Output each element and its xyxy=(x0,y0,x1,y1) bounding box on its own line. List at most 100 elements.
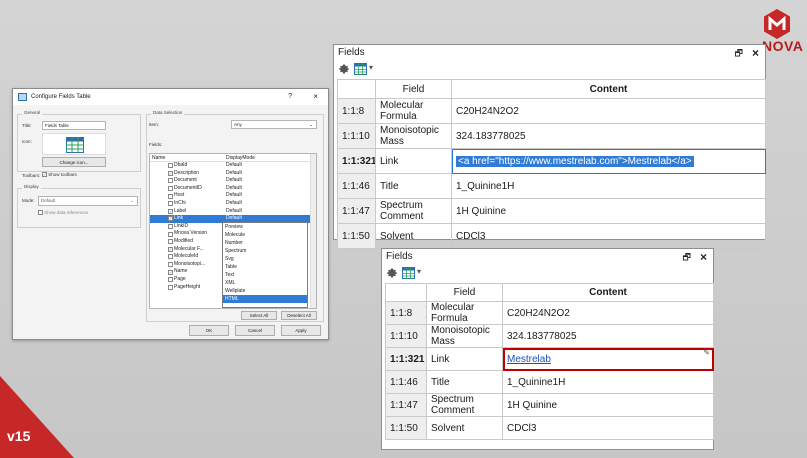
field-checkbox[interactable] xyxy=(168,231,173,237)
dropdown-option[interactable]: Preview xyxy=(223,223,307,231)
field-cell: Molecular Formula xyxy=(426,301,503,325)
panel-title: Fields xyxy=(386,251,413,262)
field-checkbox[interactable]: ✓ xyxy=(168,170,173,176)
ok-button[interactable]: OK xyxy=(189,325,229,336)
help-button[interactable]: ? xyxy=(288,89,292,105)
table-row[interactable]: 1:1:10 Monoisotopic Mass 324.183778025 xyxy=(337,123,766,149)
pencil-icon[interactable]: ✎ xyxy=(703,349,710,358)
mestrelab-link[interactable]: Mestrelab xyxy=(507,354,551,365)
content-cell[interactable]: C20H24N2O2 xyxy=(502,301,714,325)
table-icon[interactable] xyxy=(354,63,367,75)
panel-titlebar: Fields 🗗 × xyxy=(382,249,713,265)
row-id-cell: 1:1:8 xyxy=(337,98,376,124)
field-checkbox[interactable] xyxy=(168,193,173,199)
change-icon-button[interactable]: Change icon... xyxy=(42,157,106,167)
link-html-text[interactable]: <a href="https://www.mestrelab.com">Mest… xyxy=(456,155,694,167)
cancel-button[interactable]: Cancel xyxy=(235,325,275,336)
dropdown-option[interactable]: Molecule xyxy=(223,231,307,239)
panel-close-button[interactable]: × xyxy=(752,45,759,61)
content-cell[interactable]: CDCl3 xyxy=(451,223,766,249)
content-cell[interactable]: 324.183778025 xyxy=(451,123,766,149)
dropdown-option[interactable]: Spectrum xyxy=(223,247,307,255)
float-icon[interactable]: 🗗 xyxy=(683,249,691,265)
chevron-down-icon[interactable]: ▾ xyxy=(369,63,373,72)
content-cell[interactable]: C20H24N2O2 xyxy=(451,98,766,124)
table-row[interactable]: 1:1:50 Solvent CDCl3 xyxy=(337,223,766,249)
table-row[interactable]: 1:1:46 Title 1_Quinine1H xyxy=(337,173,766,199)
content-cell[interactable]: 1_Quinine1H xyxy=(451,173,766,199)
show-toolbars-checkbox[interactable]: ✓ xyxy=(42,172,47,178)
display-mode-dropdown[interactable]: Preview Molecule Number Spectrum Svg Table Tex… xyxy=(222,222,308,308)
select-all-button[interactable]: Select All xyxy=(241,311,277,320)
dropdown-option[interactable]: XML xyxy=(223,279,307,287)
field-checkbox[interactable]: ✓ xyxy=(168,269,173,275)
float-icon[interactable]: 🗗 xyxy=(735,45,743,61)
field-checkbox[interactable] xyxy=(168,163,173,169)
field-display-mode: Default xyxy=(226,177,242,184)
table-row[interactable]: 1:1:47 Spectrum Comment 1H Quinine xyxy=(337,198,766,224)
dropdown-option[interactable]: Svg xyxy=(223,255,307,263)
content-cell[interactable]: 1_Quinine1H xyxy=(502,370,714,394)
field-checkbox[interactable] xyxy=(168,224,173,230)
gear-icon[interactable] xyxy=(338,63,350,75)
field-checkbox[interactable] xyxy=(168,239,173,245)
dialog-close-button[interactable]: × xyxy=(313,89,318,105)
dropdown-option[interactable]: Table xyxy=(223,263,307,271)
content-cell[interactable]: 324.183778025 xyxy=(502,324,714,348)
list-item[interactable]: ✓ Label Default xyxy=(150,208,316,216)
list-item[interactable]: ✓ Description Default xyxy=(150,170,316,178)
panel-close-button[interactable]: × xyxy=(700,249,707,265)
field-checkbox[interactable] xyxy=(168,262,173,268)
icon-preview xyxy=(42,133,106,155)
item-value: Any xyxy=(234,122,242,127)
link-content-editor[interactable]: <a href="https://www.mestrelab.com">Mest… xyxy=(451,148,766,174)
field-name: Mnova Version xyxy=(174,230,208,237)
dropdown-option[interactable]: Number xyxy=(223,239,307,247)
dropdown-option[interactable]: Wellplate xyxy=(223,287,307,295)
field-cell: Monoisotopic Mass xyxy=(426,324,503,348)
table-row[interactable]: 1:1:321 Link <a href="https://www.mestrela… xyxy=(337,148,766,174)
table-row[interactable]: 1:1:8 Molecular Formula C20H24N2O2 xyxy=(337,98,766,124)
list-item[interactable]: InChi Default xyxy=(150,200,316,208)
mode-select[interactable]: Default ⌄ xyxy=(38,196,138,206)
field-checkbox[interactable] xyxy=(168,201,173,207)
content-cell[interactable]: 1H Quinine xyxy=(451,198,766,224)
fields-list-header: Name DisplayMode xyxy=(150,154,316,162)
field-checkbox[interactable]: ✓ xyxy=(168,216,173,222)
show-refs-checkbox[interactable] xyxy=(38,210,43,216)
table-row[interactable]: 1:1:46 Title 1_Quinine1H xyxy=(385,370,714,394)
field-cell: Spectrum Comment xyxy=(426,393,503,417)
list-item[interactable]: DocumentID Default xyxy=(150,185,316,193)
item-select[interactable]: Any ⌄ xyxy=(231,120,317,129)
field-checkbox[interactable]: ✓ xyxy=(168,208,173,214)
field-checkbox[interactable] xyxy=(168,178,173,184)
field-checkbox[interactable] xyxy=(168,186,173,192)
table-row[interactable]: 1:1:10 Monoisotopic Mass 324.183778025 xyxy=(385,324,714,348)
field-checkbox[interactable] xyxy=(168,284,173,290)
list-item[interactable]: DbaId Default xyxy=(150,162,316,170)
deselect-all-button[interactable]: Deselect All xyxy=(281,311,317,320)
content-cell[interactable]: CDCl3 xyxy=(502,416,714,440)
link-content-cell[interactable]: Mestrelab ✎ xyxy=(502,347,714,371)
field-name: Label xyxy=(174,207,187,214)
table-row[interactable]: 1:1:50 Solvent CDCl3 xyxy=(385,416,714,440)
table-row[interactable]: 1:1:321 Link Mestrelab ✎ xyxy=(385,347,714,371)
list-item[interactable]: Host Default xyxy=(150,192,316,200)
title-input[interactable]: Fields Table xyxy=(42,121,106,130)
apply-button[interactable]: Apply xyxy=(281,325,321,336)
gear-icon[interactable] xyxy=(386,267,398,279)
list-item[interactable]: Document Default xyxy=(150,177,316,185)
dropdown-option[interactable]: HTML xyxy=(223,295,307,303)
table-row[interactable]: 1:1:47 Spectrum Comment 1H Quinine xyxy=(385,393,714,417)
field-checkbox[interactable] xyxy=(168,277,173,283)
field-checkbox[interactable] xyxy=(168,254,173,260)
fields-list-scrollbar[interactable] xyxy=(310,154,316,308)
table-icon[interactable] xyxy=(402,267,415,279)
chevron-down-icon[interactable]: ▾ xyxy=(417,267,421,276)
mode-value: Default xyxy=(41,198,56,203)
dropdown-option[interactable]: Text xyxy=(223,271,307,279)
col-mode-header: DisplayMode xyxy=(226,155,255,161)
table-row[interactable]: 1:1:8 Molecular Formula C20H24N2O2 xyxy=(385,301,714,325)
content-cell[interactable]: 1H Quinine xyxy=(502,393,714,417)
field-checkbox[interactable]: ✓ xyxy=(168,246,173,252)
